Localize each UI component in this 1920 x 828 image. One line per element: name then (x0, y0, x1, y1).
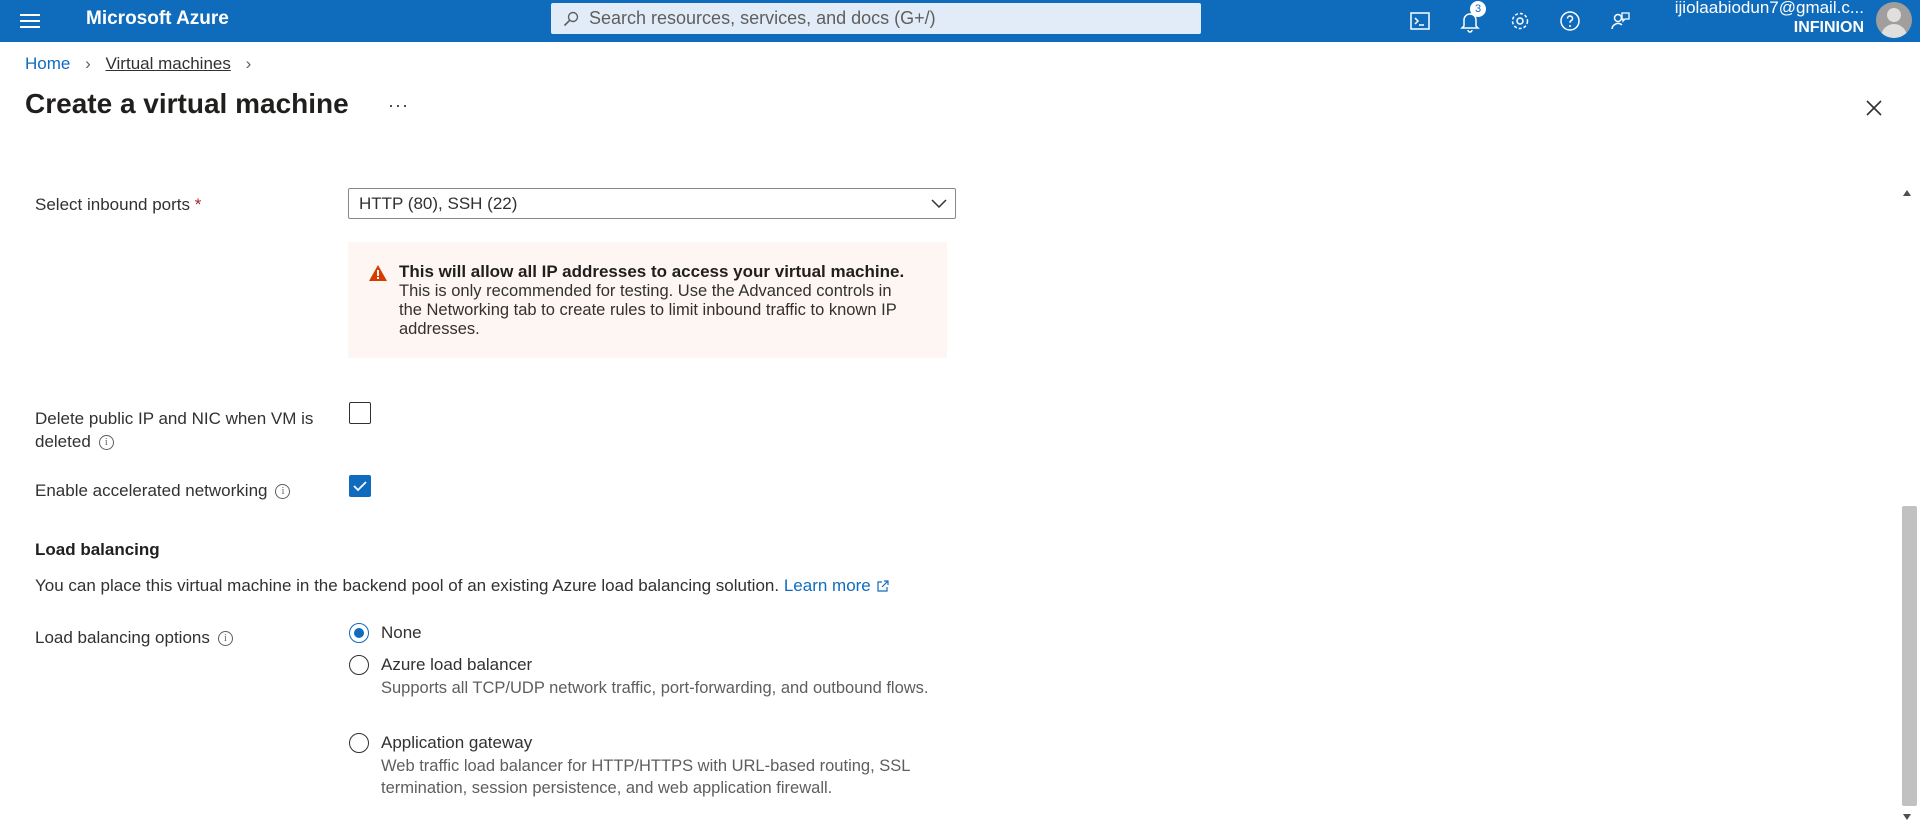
cloud-shell-icon[interactable] (1406, 7, 1434, 35)
azure-load-balancer-description: Supports all TCP/UDP network traffic, po… (381, 679, 929, 697)
scrollbar-thumb[interactable] (1902, 506, 1917, 806)
help-icon[interactable] (1556, 7, 1584, 35)
account-email: ijiolaabiodun7@gmail.c... (1674, 0, 1864, 17)
external-link-icon (876, 580, 889, 592)
load-balancing-options-label: Load balancing options i (35, 628, 233, 648)
chevron-right-icon: › (245, 54, 252, 73)
info-icon[interactable]: i (275, 484, 291, 500)
inbound-ports-label: Select inbound ports * (35, 195, 202, 214)
info-icon[interactable]: i (98, 435, 114, 451)
page-title: Create a virtual machine (25, 88, 349, 119)
account-menu[interactable]: ijiolaabiodun7@gmail.c... INFINION (1675, 0, 1864, 38)
application-gateway-description: Web traffic load balancer for HTTP/HTTPS… (381, 757, 910, 797)
avatar[interactable] (1876, 2, 1912, 38)
search-placeholder: Search resources, services, and docs (G+… (589, 8, 936, 28)
info-icon[interactable]: i (217, 631, 233, 647)
delete-ip-checkbox[interactable] (349, 402, 371, 424)
radio-azure-load-balancer-label: Azure load balancer (381, 655, 533, 674)
brand-title[interactable]: Microsoft Azure (86, 8, 229, 30)
chevron-right-icon: › (85, 54, 91, 73)
warning-icon (369, 265, 387, 281)
required-mark: * (194, 195, 202, 214)
radio-azure-load-balancer[interactable] (349, 655, 369, 675)
radio-application-gateway[interactable] (349, 733, 369, 753)
hamburger-menu-icon[interactable] (20, 11, 40, 29)
more-options-button[interactable]: ··· (388, 95, 409, 116)
search-input[interactable]: Search resources, services, and docs (G+… (551, 3, 1201, 34)
load-balancing-description: You can place this virtual machine in th… (35, 576, 889, 596)
breadcrumb-virtual-machines-link[interactable]: Virtual machines (106, 54, 231, 73)
delete-ip-label: Delete public IP and NIC when VM is dele… (35, 409, 314, 451)
settings-icon[interactable] (1506, 7, 1534, 35)
inbound-ports-value: HTTP (80), SSH (22) (359, 194, 518, 213)
learn-more-link[interactable]: Learn more (784, 576, 889, 595)
load-balancing-heading: Load balancing (35, 540, 160, 559)
accelerated-networking-label: Enable accelerated networking i (35, 481, 291, 501)
close-icon[interactable] (1864, 98, 1884, 118)
scroll-up-arrow-icon[interactable] (1902, 188, 1912, 198)
warning-message: This will allow all IP addresses to acce… (348, 242, 947, 358)
search-icon (563, 11, 579, 27)
feedback-icon[interactable] (1606, 7, 1634, 35)
warning-body: This is only recommended for testing. Us… (399, 282, 897, 338)
checkmark-icon (353, 481, 367, 492)
radio-application-gateway-label: Application gateway (381, 733, 533, 752)
warning-title: This will allow all IP addresses to acce… (399, 262, 905, 281)
breadcrumb-home-link[interactable]: Home (25, 54, 70, 73)
chevron-down-icon (931, 199, 947, 209)
top-bar: Microsoft Azure Search resources, servic… (0, 0, 1920, 42)
account-tenant: INFINION (1793, 19, 1864, 36)
notification-badge: 3 (1470, 1, 1486, 17)
inbound-ports-dropdown[interactable]: HTTP (80), SSH (22) (348, 188, 956, 219)
accelerated-networking-checkbox[interactable] (349, 475, 371, 497)
radio-none-label: None (381, 623, 422, 642)
breadcrumb: Home › Virtual machines › (25, 54, 261, 74)
radio-none[interactable] (349, 623, 369, 643)
scroll-down-arrow-icon[interactable] (1902, 812, 1912, 822)
